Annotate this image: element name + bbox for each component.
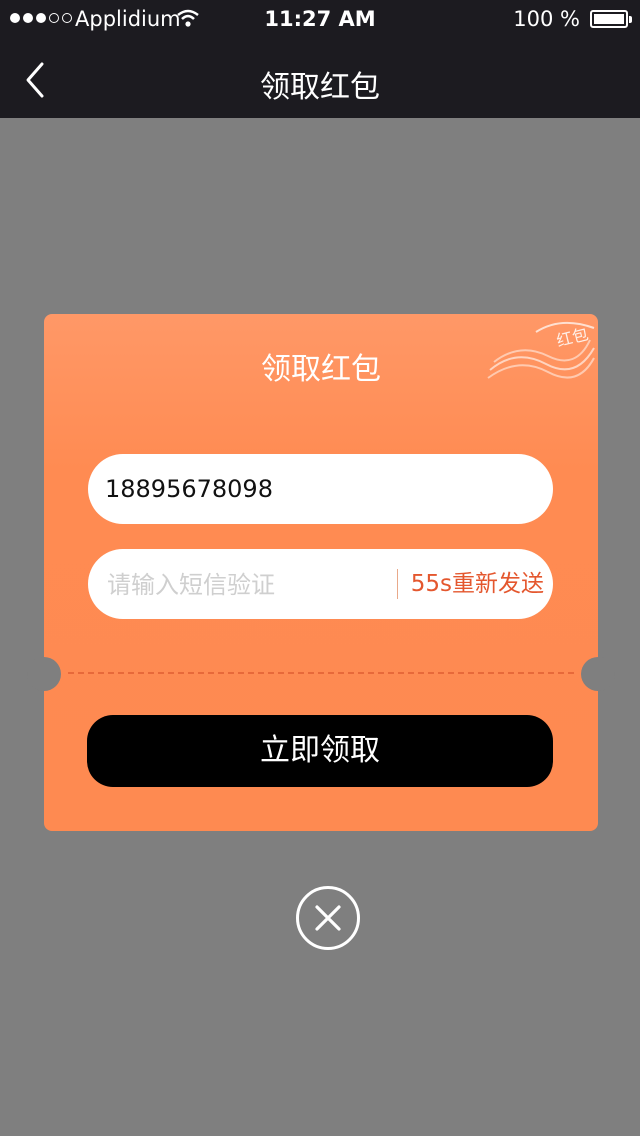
perforation-line <box>68 672 574 674</box>
battery-percentage: 100 % <box>513 7 580 31</box>
battery-icon <box>590 10 632 28</box>
sms-code-input[interactable] <box>105 549 379 621</box>
red-packet-card: 领取红包 红包 18895678098 55s重新发送 立即领取 <box>27 314 615 831</box>
phone-number-field[interactable]: 18895678098 <box>88 454 553 524</box>
claim-now-button[interactable]: 立即领取 <box>87 715 553 787</box>
sms-code-field: 55s重新发送 <box>88 549 553 621</box>
ticket-notch-right <box>581 657 615 691</box>
field-divider <box>397 569 398 599</box>
close-button[interactable] <box>296 886 360 950</box>
page-title: 领取红包 <box>260 70 380 105</box>
ticket-notch-left <box>27 657 61 691</box>
status-bar: Applidium 11:27 AM 100 % <box>0 0 640 40</box>
navigation-bar: 领取红包 <box>0 40 640 118</box>
close-icon <box>315 905 341 931</box>
resend-code-button[interactable]: 55s重新发送 <box>411 549 544 619</box>
